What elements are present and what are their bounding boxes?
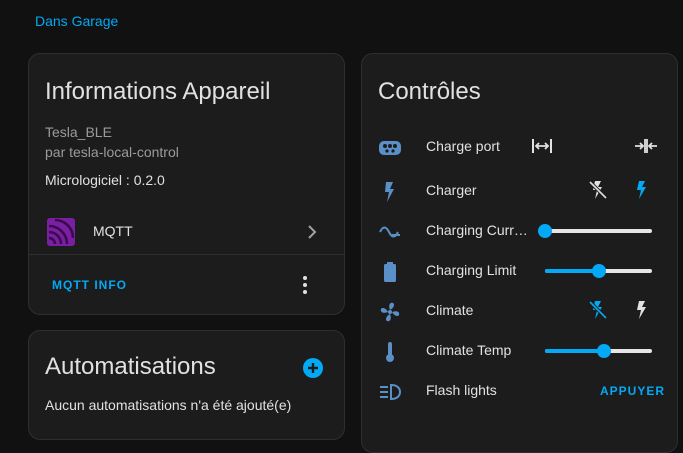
chevron-right-icon bbox=[308, 225, 317, 239]
more-vertical-icon[interactable] bbox=[295, 274, 315, 296]
control-label: Climate bbox=[426, 302, 474, 318]
control-row-charging-limit: Charging Limit bbox=[362, 250, 677, 290]
control-label: Charger bbox=[426, 182, 477, 198]
mqtt-info-button[interactable]: MQTT INFO bbox=[52, 278, 127, 292]
controls-card: Contrôles Charge port Charger Charging C… bbox=[361, 53, 678, 453]
climate-temp-slider[interactable] bbox=[545, 344, 652, 358]
control-row-climate: Climate bbox=[362, 290, 677, 330]
charging-current-slider[interactable] bbox=[538, 224, 652, 238]
control-label: Flash lights bbox=[426, 382, 497, 398]
lightning-icon bbox=[637, 181, 646, 199]
card-divider bbox=[29, 254, 344, 255]
automations-card: Automatisations Aucun automatisations n'… bbox=[28, 330, 345, 440]
flash-off-icon bbox=[588, 300, 608, 320]
control-row-charging-current: Charging Curr… bbox=[362, 210, 677, 250]
mqtt-logo-icon bbox=[47, 218, 75, 246]
slider-thumb[interactable] bbox=[591, 264, 606, 278]
device-info-card: Informations Appareil Tesla_BLE par tesl… bbox=[28, 53, 345, 315]
firmware-version: Micrologiciel : 0.2.0 bbox=[45, 172, 165, 188]
thermometer-icon bbox=[386, 342, 394, 362]
breadcrumb-link[interactable]: Dans Garage bbox=[35, 13, 118, 29]
integration-row-mqtt[interactable]: MQTT bbox=[29, 209, 344, 255]
slider-thumb[interactable] bbox=[596, 344, 611, 358]
close-charge-port-button[interactable] bbox=[632, 132, 660, 160]
climate-on-button[interactable] bbox=[628, 296, 656, 324]
control-row-charger: Charger bbox=[362, 170, 677, 210]
battery-icon bbox=[384, 262, 396, 282]
control-label: Climate Temp bbox=[426, 342, 512, 358]
slider-thumb[interactable] bbox=[538, 224, 552, 238]
lightning-icon bbox=[637, 301, 646, 319]
control-label: Charge port bbox=[426, 138, 500, 154]
open-charge-port-button[interactable] bbox=[528, 132, 556, 160]
card-title: Contrôles bbox=[378, 78, 481, 105]
add-circle-icon[interactable] bbox=[302, 357, 324, 379]
flash-lights-press-button[interactable]: APPUYER bbox=[600, 384, 665, 398]
control-label: Charging Limit bbox=[426, 262, 517, 278]
card-title: Automatisations bbox=[45, 353, 216, 380]
automations-empty-text: Aucun automatisations n'a été ajouté(e) bbox=[45, 397, 292, 413]
climate-off-button[interactable] bbox=[584, 296, 612, 324]
charger-on-button[interactable] bbox=[628, 176, 656, 204]
control-row-climate-temp: Climate Temp bbox=[362, 330, 677, 370]
slider-fill bbox=[545, 349, 604, 353]
slider-fill bbox=[545, 269, 599, 273]
close-arrows-icon bbox=[635, 139, 657, 153]
flash-off-icon bbox=[588, 180, 608, 200]
lightning-icon bbox=[385, 182, 394, 202]
fan-icon bbox=[380, 302, 400, 322]
charging-limit-slider[interactable] bbox=[545, 264, 652, 278]
flash-lights-icon bbox=[380, 383, 402, 401]
control-row-flash-lights: Flash lights APPUYER bbox=[362, 370, 677, 410]
device-name: Tesla_BLE bbox=[45, 124, 112, 140]
card-title: Informations Appareil bbox=[45, 78, 271, 105]
charger-off-button[interactable] bbox=[584, 176, 612, 204]
control-row-charge-port: Charge port bbox=[362, 126, 677, 166]
device-manufacturer: par tesla-local-control bbox=[45, 144, 179, 160]
open-arrows-icon bbox=[532, 139, 552, 153]
current-wave-icon bbox=[379, 226, 400, 238]
control-label: Charging Curr… bbox=[426, 222, 528, 238]
ev-plug-icon bbox=[379, 141, 401, 155]
integration-label: MQTT bbox=[93, 223, 133, 239]
